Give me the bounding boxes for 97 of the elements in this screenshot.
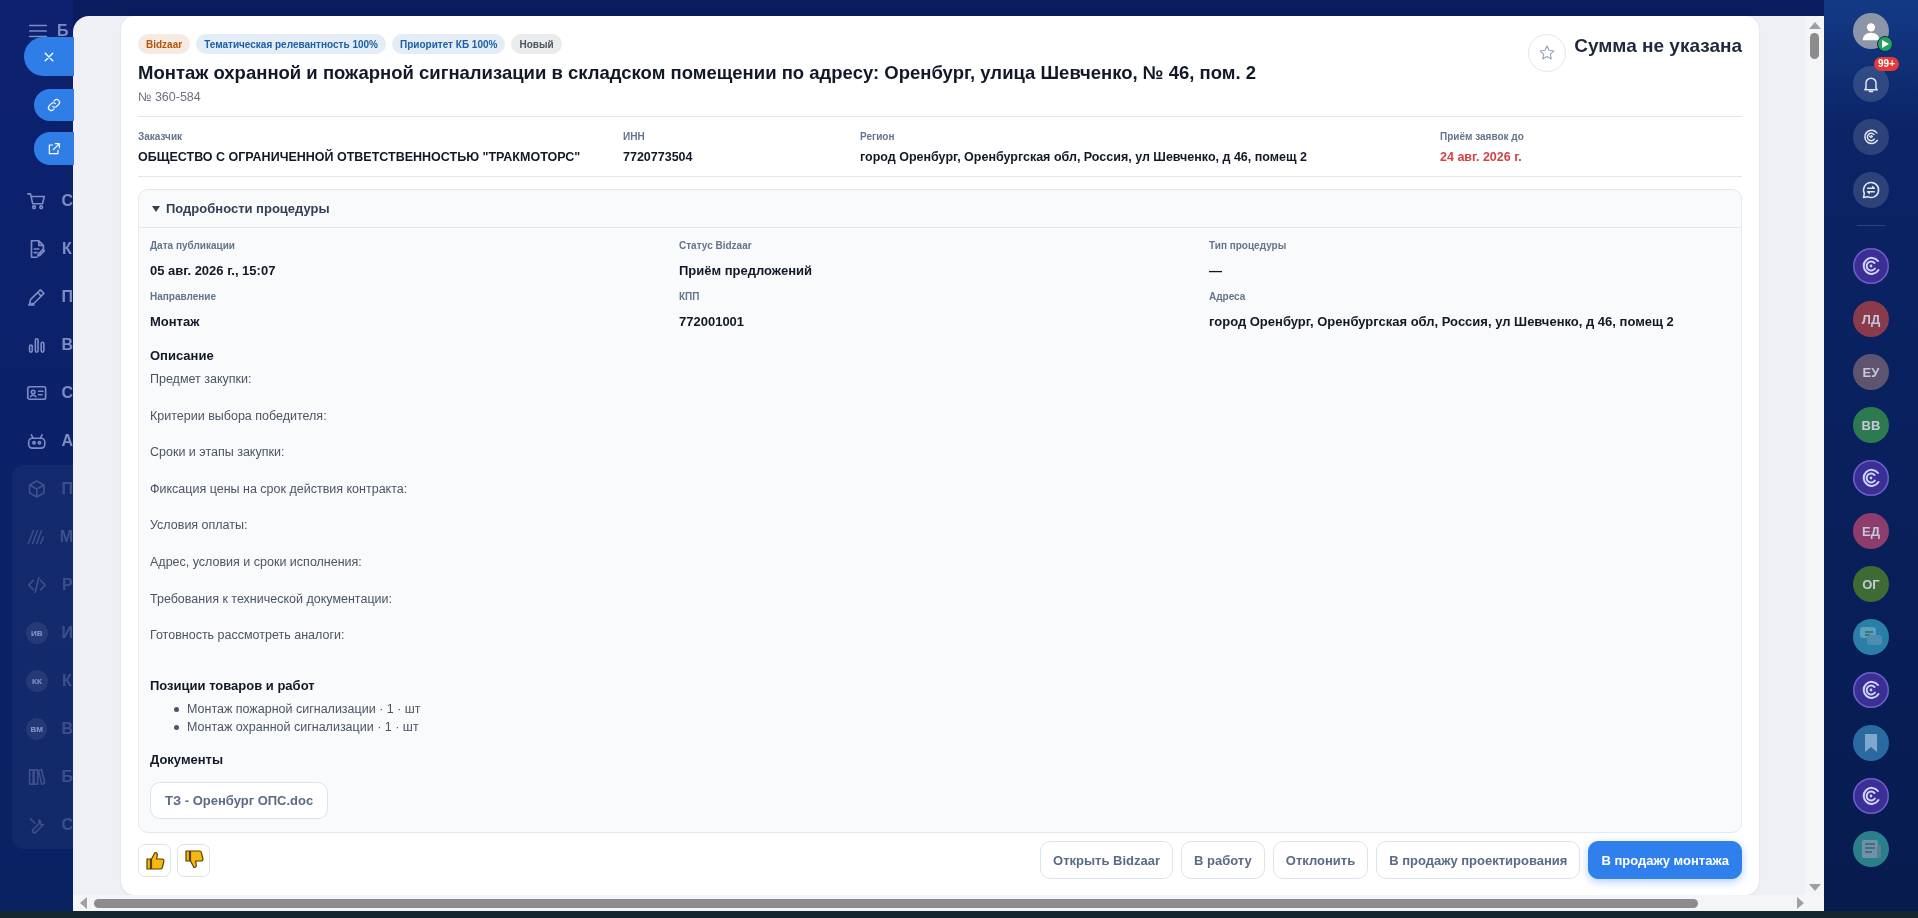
avatar: ИВ <box>26 622 48 644</box>
news-button[interactable] <box>1853 831 1889 867</box>
bookmark-button[interactable] <box>1853 725 1889 761</box>
field-value: 05 авг. 2026 г., 15:07 <box>150 263 277 279</box>
bullet-icon <box>174 706 179 712</box>
field-label: Дата публикации <box>150 240 236 252</box>
open-external-button[interactable] <box>34 132 74 165</box>
sidebar-item[interactable]: С <box>0 177 73 225</box>
play-icon <box>1877 36 1893 52</box>
avatar: КК <box>26 670 48 692</box>
vertical-scrollbar[interactable] <box>1805 16 1824 895</box>
action-button[interactable]: В продажу проектирования <box>1376 841 1581 879</box>
tag: Приоритет КБ 100% <box>391 34 506 54</box>
description-line: Готовность рассмотреть аналоги: <box>150 627 346 645</box>
position-item: Монтаж охранной сигнализации · 1 · шт <box>187 719 419 737</box>
description-line: Предмет закупки: <box>150 371 253 388</box>
code-icon <box>26 574 48 596</box>
cube-icon <box>26 478 48 500</box>
description-line: Фиксация цены на срок действия контракта: <box>150 480 409 498</box>
field-value: город Оренбург, Оренбургская обл, Россия, ул Шевченко, д 46, помещ 2 <box>860 149 1308 165</box>
field-label: Направление <box>150 291 218 303</box>
notifications-button[interactable] <box>1853 66 1889 102</box>
contact-avatar[interactable]: ОГ <box>1853 566 1889 602</box>
field-value: Приём предложений <box>679 263 813 279</box>
position-item: Монтаж пожарной сигнализации · 1 · шт <box>187 701 421 719</box>
newspaper-icon <box>1860 839 1882 859</box>
action-button[interactable]: В работу <box>1181 841 1265 879</box>
field-label: КПП <box>679 291 701 303</box>
tender-title: Монтаж охранной и пожарной сигнализации в складском помещении по адресу: Оренбург, улица Шевченко, № 46, пом. 2 <box>138 61 1256 85</box>
field-value: 24 авг. 2026 г. <box>1440 149 1523 165</box>
thumbs-up-icon <box>143 849 166 871</box>
app-button[interactable] <box>1853 248 1889 284</box>
contact-avatar[interactable]: ЕУ <box>1853 354 1889 390</box>
like-button[interactable] <box>138 843 171 877</box>
close-button[interactable] <box>24 37 74 76</box>
thumbs-down-icon <box>182 849 205 871</box>
cart-icon <box>26 190 48 212</box>
field-label: Заказчик <box>138 131 184 143</box>
field-value: Монтаж <box>150 314 201 330</box>
sidebar-item[interactable]: П <box>0 273 73 321</box>
description-line: Требования к технической документации: <box>150 590 393 608</box>
bullet-icon <box>174 724 179 730</box>
field-value: ОБЩЕСТВО С ОГРАНИЧЕННОЙ ОТВЕТСТВЕННОСТЬЮ "ТРАКМОТОРС" <box>138 149 582 165</box>
sidebar-button[interactable] <box>1853 119 1889 155</box>
books-icon <box>26 766 48 788</box>
price: Сумма не указана <box>1574 34 1742 58</box>
field-value: 7720773504 <box>623 149 694 165</box>
details-toggle[interactable]: Подробности процедуры <box>166 201 330 216</box>
tag: Bidzaar <box>138 34 191 54</box>
field-value: город Оренбург, Оренбургская обл, Россия, ул Шевченко, д 46, помещ 2 <box>1209 314 1675 330</box>
sidebar-item[interactable]: А <box>0 417 73 465</box>
app-button[interactable] <box>1853 672 1889 708</box>
sidebar-item[interactable]: С <box>0 369 73 417</box>
description-line: Адрес, условия и сроки исполнения: <box>150 553 363 571</box>
action-button[interactable]: В продажу монтажа <box>1588 841 1742 879</box>
pencil-icon <box>26 286 48 308</box>
field-label: Регион <box>860 131 896 143</box>
field-value: 772001001 <box>679 314 746 330</box>
field-value: — <box>1209 263 1223 279</box>
chat-button[interactable] <box>1853 619 1889 655</box>
app-button[interactable] <box>1853 778 1889 814</box>
bookmark-icon <box>1863 733 1879 753</box>
notification-badge: 99+ <box>1874 57 1899 71</box>
horizontal-scrollbar[interactable] <box>73 895 1824 911</box>
section-heading: Описание <box>150 347 215 365</box>
tag: Новый <box>511 34 562 54</box>
action-button[interactable]: Открыть Bidzaar <box>1040 841 1174 879</box>
document-link[interactable]: ТЗ - Оренбург ОПС.doc <box>150 782 329 820</box>
copy-link-button[interactable] <box>34 89 74 121</box>
avatar: ВМ <box>26 718 48 740</box>
user-icon <box>1860 20 1882 42</box>
field-label: Приём заявок до <box>1440 131 1525 143</box>
sidebar-item[interactable]: В <box>0 321 73 369</box>
contact-avatar[interactable]: ЕД <box>1853 513 1889 549</box>
sidebar-item[interactable]: К <box>0 225 73 273</box>
external-link-icon <box>46 140 62 157</box>
field-label: ИНН <box>623 131 646 143</box>
chat-exchange-icon <box>1861 180 1881 200</box>
dislike-button[interactable] <box>177 843 210 877</box>
tag: Тематическая релевантность 100% <box>196 34 386 54</box>
swirl-icon <box>1861 127 1881 147</box>
contact-avatar[interactable]: ЛД <box>1853 301 1889 337</box>
section-heading: Документы <box>150 751 225 770</box>
action-button[interactable]: Отклонить <box>1272 841 1369 879</box>
field-label: Статус Bidzaar <box>679 240 753 252</box>
field-label: Тип процедуры <box>1209 240 1288 252</box>
tender-number: № 360-584 <box>138 89 202 105</box>
description-line: Условия оплаты: <box>150 517 249 535</box>
app-title: Б <box>57 22 69 40</box>
section-heading: Позиции товаров и работ <box>150 677 316 696</box>
contact-avatar[interactable]: ВВ <box>1853 407 1889 443</box>
field-label: Адреса <box>1209 291 1247 303</box>
sidebar-button[interactable] <box>1853 172 1889 208</box>
app-button[interactable] <box>1853 460 1889 496</box>
link-icon <box>46 97 62 113</box>
description-line: Критерии выбора победителя: <box>150 407 328 425</box>
description-line: Сроки и этапы закупки: <box>150 444 286 462</box>
